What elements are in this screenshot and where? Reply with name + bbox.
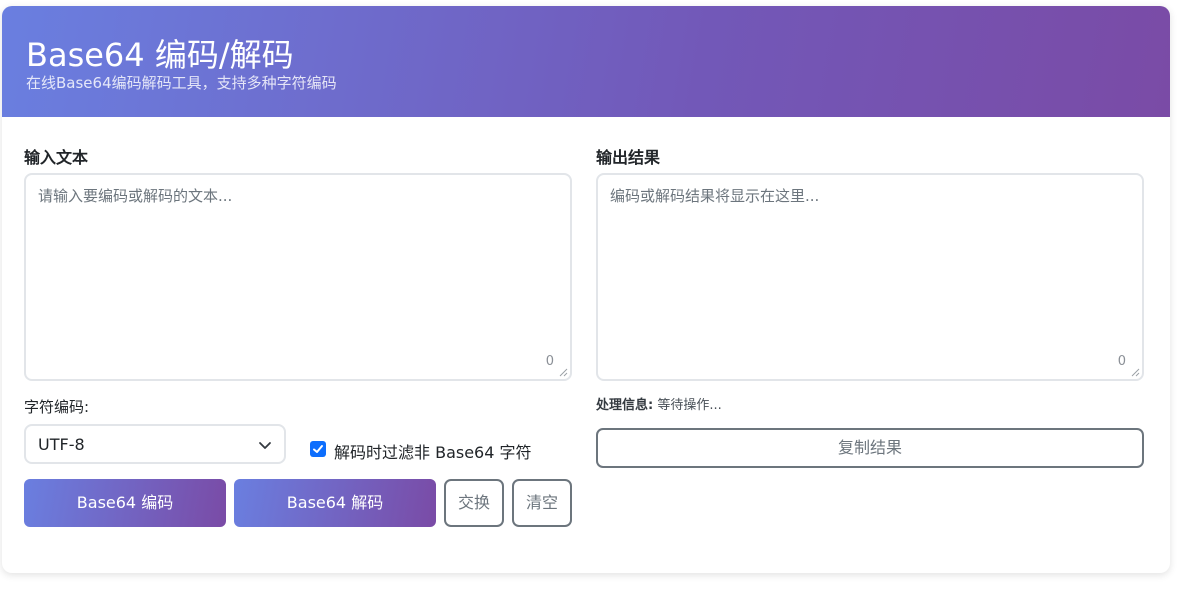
encode-button[interactable]: Base64 编码 xyxy=(24,479,226,527)
clear-button[interactable]: 清空 xyxy=(512,479,572,527)
output-label: 输出结果 xyxy=(596,148,661,167)
filter-checkbox[interactable] xyxy=(310,441,326,457)
status-info: 处理信息: 等待操作... xyxy=(596,394,722,413)
checkmark-icon xyxy=(313,445,323,453)
encoding-selected-value: UTF-8 xyxy=(38,435,85,454)
input-char-count: 0 xyxy=(545,354,554,369)
status-text: 等待操作... xyxy=(657,398,722,413)
encoding-select[interactable]: UTF-8 xyxy=(24,424,286,464)
swap-button[interactable]: 交换 xyxy=(444,479,504,527)
page-header: Base64 编码/解码 在线Base64编码解码工具，支持多种字符编码 xyxy=(2,6,1170,117)
output-textarea[interactable]: 编码或解码结果将显示在这里... 0 xyxy=(596,173,1144,381)
filter-checkbox-label[interactable]: 解码时过滤非 Base64 字符 xyxy=(334,439,532,463)
chevron-down-icon xyxy=(259,442,271,449)
output-char-count: 0 xyxy=(1117,354,1126,369)
input-placeholder: 请输入要编码或解码的文本... xyxy=(38,187,233,205)
encoding-label: 字符编码: xyxy=(24,398,90,416)
decode-button[interactable]: Base64 解码 xyxy=(234,479,436,527)
input-label: 输入文本 xyxy=(24,148,89,167)
input-textarea[interactable]: 请输入要编码或解码的文本... 0 xyxy=(24,173,572,381)
resize-handle-icon[interactable] xyxy=(1130,367,1140,377)
page-subtitle: 在线Base64编码解码工具，支持多种字符编码 xyxy=(26,74,337,92)
copy-result-button[interactable]: 复制结果 xyxy=(596,428,1144,468)
status-label: 处理信息: xyxy=(596,398,654,413)
resize-handle-icon[interactable] xyxy=(558,367,568,377)
page-title: Base64 编码/解码 xyxy=(26,36,294,74)
output-placeholder: 编码或解码结果将显示在这里... xyxy=(610,187,820,205)
